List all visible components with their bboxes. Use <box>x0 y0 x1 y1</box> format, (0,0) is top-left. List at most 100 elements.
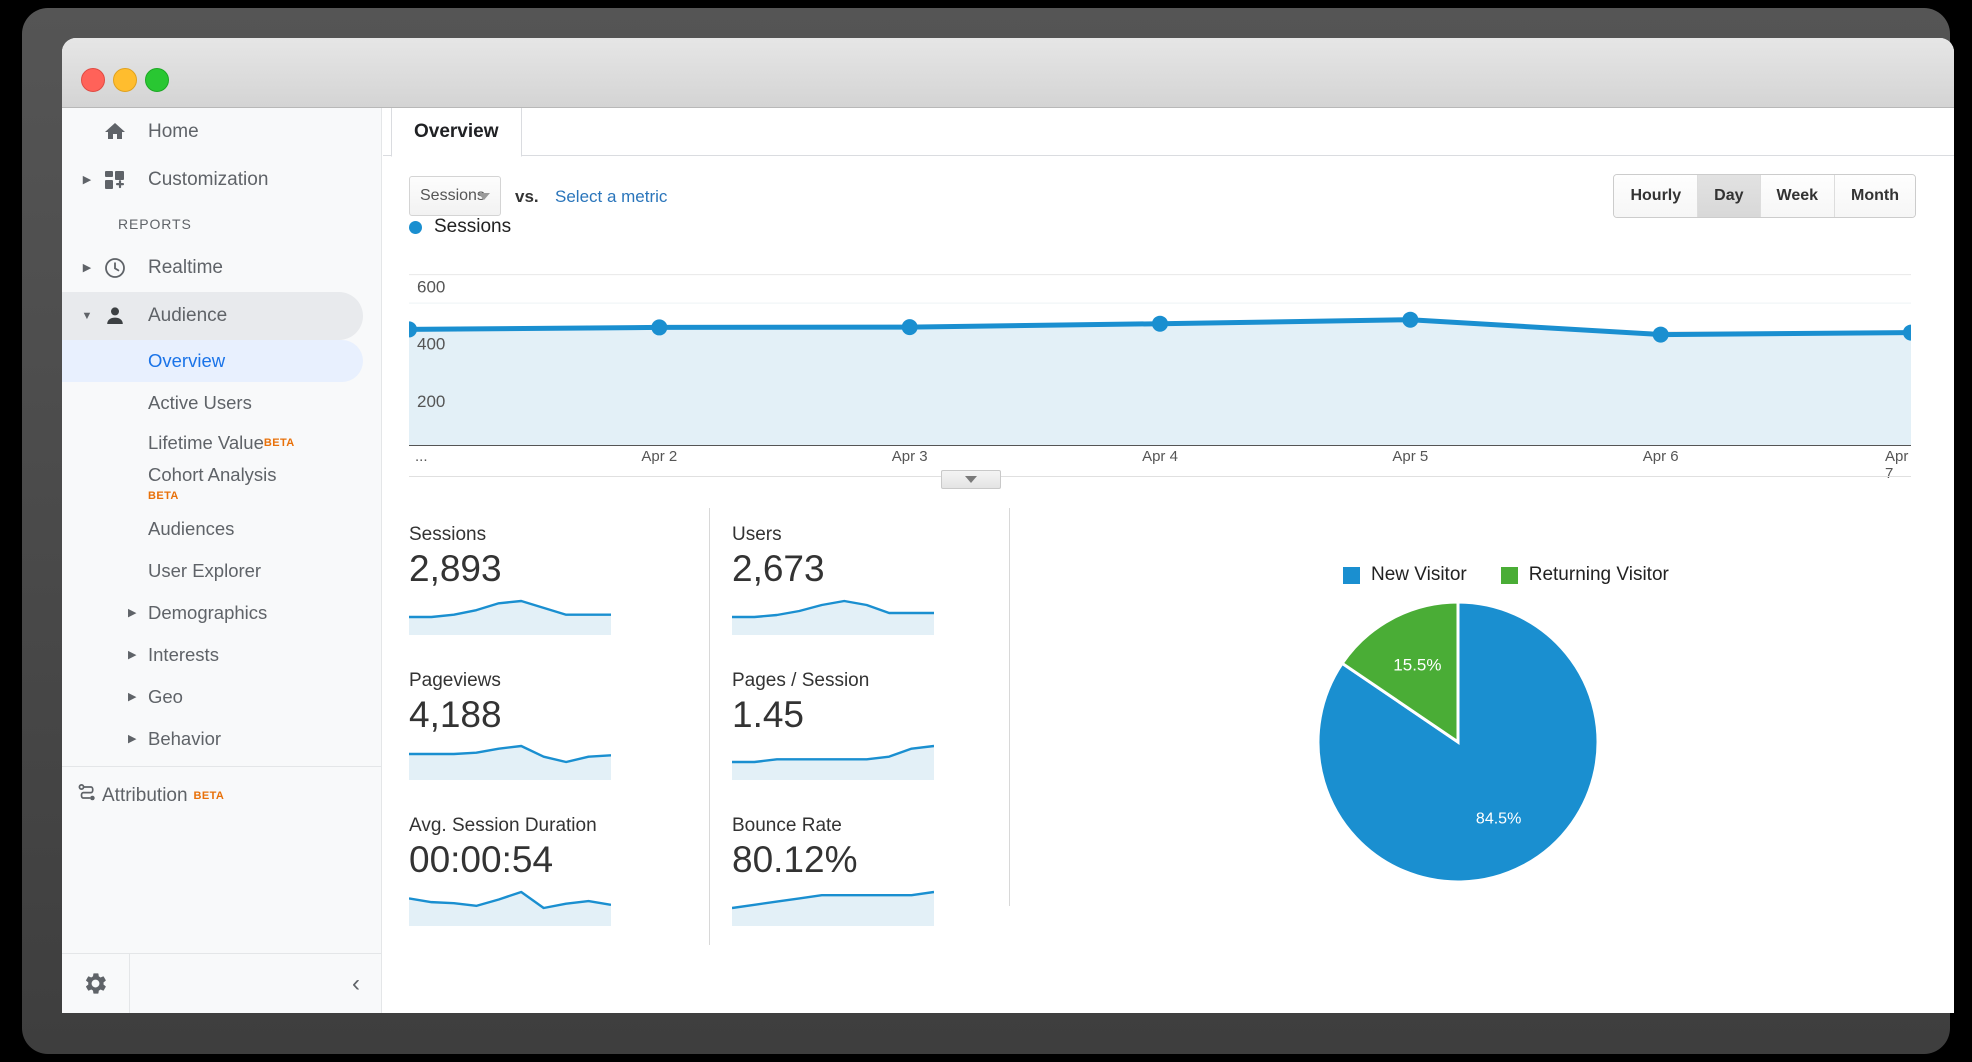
sidebar-item-home[interactable]: Home <box>62 108 381 156</box>
metric-card-pages-per-session[interactable]: Pages / Session 1.45 <box>709 654 1009 800</box>
tab-overview[interactable]: Overview <box>391 108 522 157</box>
metric-cards-grid: Sessions 2,893 Users 2,673 Pageviews 4,1… <box>409 508 1009 945</box>
visitor-type-pie-chart[interactable]: 84.5% 15.5% <box>1248 592 1668 892</box>
metric-card-avg-session-duration[interactable]: Avg. Session Duration 00:00:54 <box>409 799 709 945</box>
metric-label: Avg. Session Duration <box>409 815 709 837</box>
customization-icon <box>98 168 132 192</box>
sparkline-users <box>732 595 1009 640</box>
sidebar-item-behavior[interactable]: ▶ Behavior <box>62 718 381 760</box>
metric-card-sessions[interactable]: Sessions 2,893 <box>409 508 709 654</box>
metric-label: Bounce Rate <box>732 815 1009 837</box>
x-axis-label: Apr 5 <box>1392 448 1428 465</box>
metric-label: Pageviews <box>409 670 709 692</box>
main-content: Overview Sessions vs. Select a metric Ho… <box>383 108 1954 1013</box>
sidebar-item-label: Customization <box>148 169 268 191</box>
maximize-button[interactable] <box>145 68 169 92</box>
metric-value: 80.12% <box>732 839 1009 882</box>
monitor-bezel: Home ▶ Customization REPORTS ▶ <box>22 8 1950 1054</box>
sparkline-pageviews <box>409 740 709 785</box>
range-button-hourly[interactable]: Hourly <box>1614 175 1698 217</box>
sparkline-avg-session-duration <box>409 886 709 931</box>
metric-card-row: Sessions 2,893 Users 2,673 <box>409 508 1009 654</box>
minimize-button[interactable] <box>113 68 137 92</box>
x-axis-label: Apr 4 <box>1142 448 1178 465</box>
legend-swatch-blue <box>1343 567 1360 584</box>
chevron-left-icon: ‹ <box>352 970 360 998</box>
tab-bar: Overview <box>383 108 1954 156</box>
time-granularity-toggle: Hourly Day Week Month <box>1613 174 1916 218</box>
sidebar-item-overview[interactable]: Overview <box>62 340 363 382</box>
sidebar-item-interests[interactable]: ▶ Interests <box>62 634 381 676</box>
sidebar-item-customization[interactable]: ▶ Customization <box>62 156 381 204</box>
pie-slice-label: 15.5% <box>1393 655 1441 674</box>
sidebar-subitem-label: Lifetime Value <box>148 432 264 454</box>
metric-card-bounce-rate[interactable]: Bounce Rate 80.12% <box>709 799 1009 945</box>
sidebar-subitem-label: Active Users <box>148 392 252 414</box>
chevron-right-icon[interactable]: ▶ <box>128 692 136 703</box>
legend-label: Returning Visitor <box>1529 564 1669 586</box>
sparkline-pages-per-session <box>732 740 1009 785</box>
legend-label: New Visitor <box>1371 564 1467 586</box>
sidebar-item-geo[interactable]: ▶ Geo <box>62 676 381 718</box>
date-range-expander[interactable] <box>941 470 1001 489</box>
sidebar-item-label: Attribution <box>102 785 188 807</box>
metric-select-value: Sessions <box>420 187 485 205</box>
sidebar-item-user-explorer[interactable]: User Explorer <box>62 550 381 592</box>
sidebar-item-realtime[interactable]: ▶ Realtime <box>62 244 381 292</box>
sidebar-item-label: Audience <box>148 305 227 327</box>
sidebar-subitem-label: Cohort Analysis <box>148 464 277 486</box>
range-button-month[interactable]: Month <box>1835 175 1915 217</box>
chevron-right-icon[interactable]: ▶ <box>128 650 136 661</box>
legend-swatch-green <box>1501 567 1518 584</box>
line-chart-svg: 200400600 <box>409 246 1911 446</box>
sidebar-item-active-users[interactable]: Active Users <box>62 382 381 424</box>
metric-select-dropdown[interactable]: Sessions <box>409 176 501 216</box>
person-icon <box>98 304 132 328</box>
close-button[interactable] <box>81 68 105 92</box>
clock-icon <box>98 256 132 280</box>
attribution-icon <box>76 781 102 811</box>
sidebar-item-label: Realtime <box>148 257 223 279</box>
metric-value: 00:00:54 <box>409 839 709 882</box>
sidebar-item-audiences[interactable]: Audiences <box>62 508 381 550</box>
collapse-sidebar-button[interactable]: ‹ <box>130 954 382 1013</box>
sidebar-item-demographics[interactable]: ▶ Demographics <box>62 592 381 634</box>
chevron-right-icon[interactable]: ▶ <box>76 263 98 274</box>
legend-color-dot <box>409 221 422 234</box>
tab-label: Overview <box>414 121 499 143</box>
line-chart-legend: Sessions <box>409 216 511 238</box>
metric-card-row: Avg. Session Duration 00:00:54 Bounce Ra… <box>409 799 1009 945</box>
legend-item-new-visitor[interactable]: New Visitor <box>1343 564 1467 586</box>
gear-icon[interactable] <box>62 954 130 1013</box>
chevron-right-icon[interactable]: ▶ <box>128 608 136 619</box>
legend-item-returning-visitor[interactable]: Returning Visitor <box>1501 564 1669 586</box>
metric-value: 2,893 <box>409 548 709 591</box>
chart-toolbar: Sessions vs. Select a metric Hourly Day … <box>383 156 1954 234</box>
beta-badge: BETA <box>194 790 225 802</box>
line-chart-x-axis: ...Apr 2Apr 3Apr 4Apr 5Apr 6Apr 7 <box>409 448 1911 472</box>
sidebar-item-lifetime-value[interactable]: Lifetime Value BETA <box>62 424 381 462</box>
sidebar-subitem-label: Geo <box>148 686 183 708</box>
sidebar-subitem-label: Overview <box>148 350 225 372</box>
sidebar-subitem-label: Audiences <box>148 518 234 540</box>
window-titlebar <box>62 38 1954 108</box>
sidebar-item-attribution[interactable]: Attribution BETA <box>62 767 381 825</box>
metric-card-pageviews[interactable]: Pageviews 4,188 <box>409 654 709 800</box>
select-metric-link[interactable]: Select a metric <box>555 187 667 207</box>
x-axis-label: Apr 3 <box>892 448 928 465</box>
sparkline-sessions <box>409 595 709 640</box>
pie-slice-label: 84.5% <box>1476 811 1521 828</box>
chevron-right-icon[interactable]: ▶ <box>128 734 136 745</box>
chevron-right-icon[interactable]: ▶ <box>76 175 98 186</box>
axis-rule <box>409 476 1911 477</box>
range-button-week[interactable]: Week <box>1761 175 1836 217</box>
metric-card-users[interactable]: Users 2,673 <box>709 508 1009 654</box>
pie-chart-legend: New Visitor Returning Visitor <box>1343 564 1703 586</box>
range-button-day[interactable]: Day <box>1698 175 1760 217</box>
sidebar-section-header: REPORTS <box>62 204 381 244</box>
sidebar-footer: ‹ <box>62 953 382 1013</box>
sessions-line-chart[interactable]: 200400600 <box>409 246 1911 446</box>
chevron-down-icon[interactable]: ▼ <box>76 311 98 322</box>
sidebar-item-audience[interactable]: ▼ Audience <box>62 292 363 340</box>
sidebar-item-cohort-analysis[interactable]: Cohort Analysis BETA <box>62 462 381 508</box>
